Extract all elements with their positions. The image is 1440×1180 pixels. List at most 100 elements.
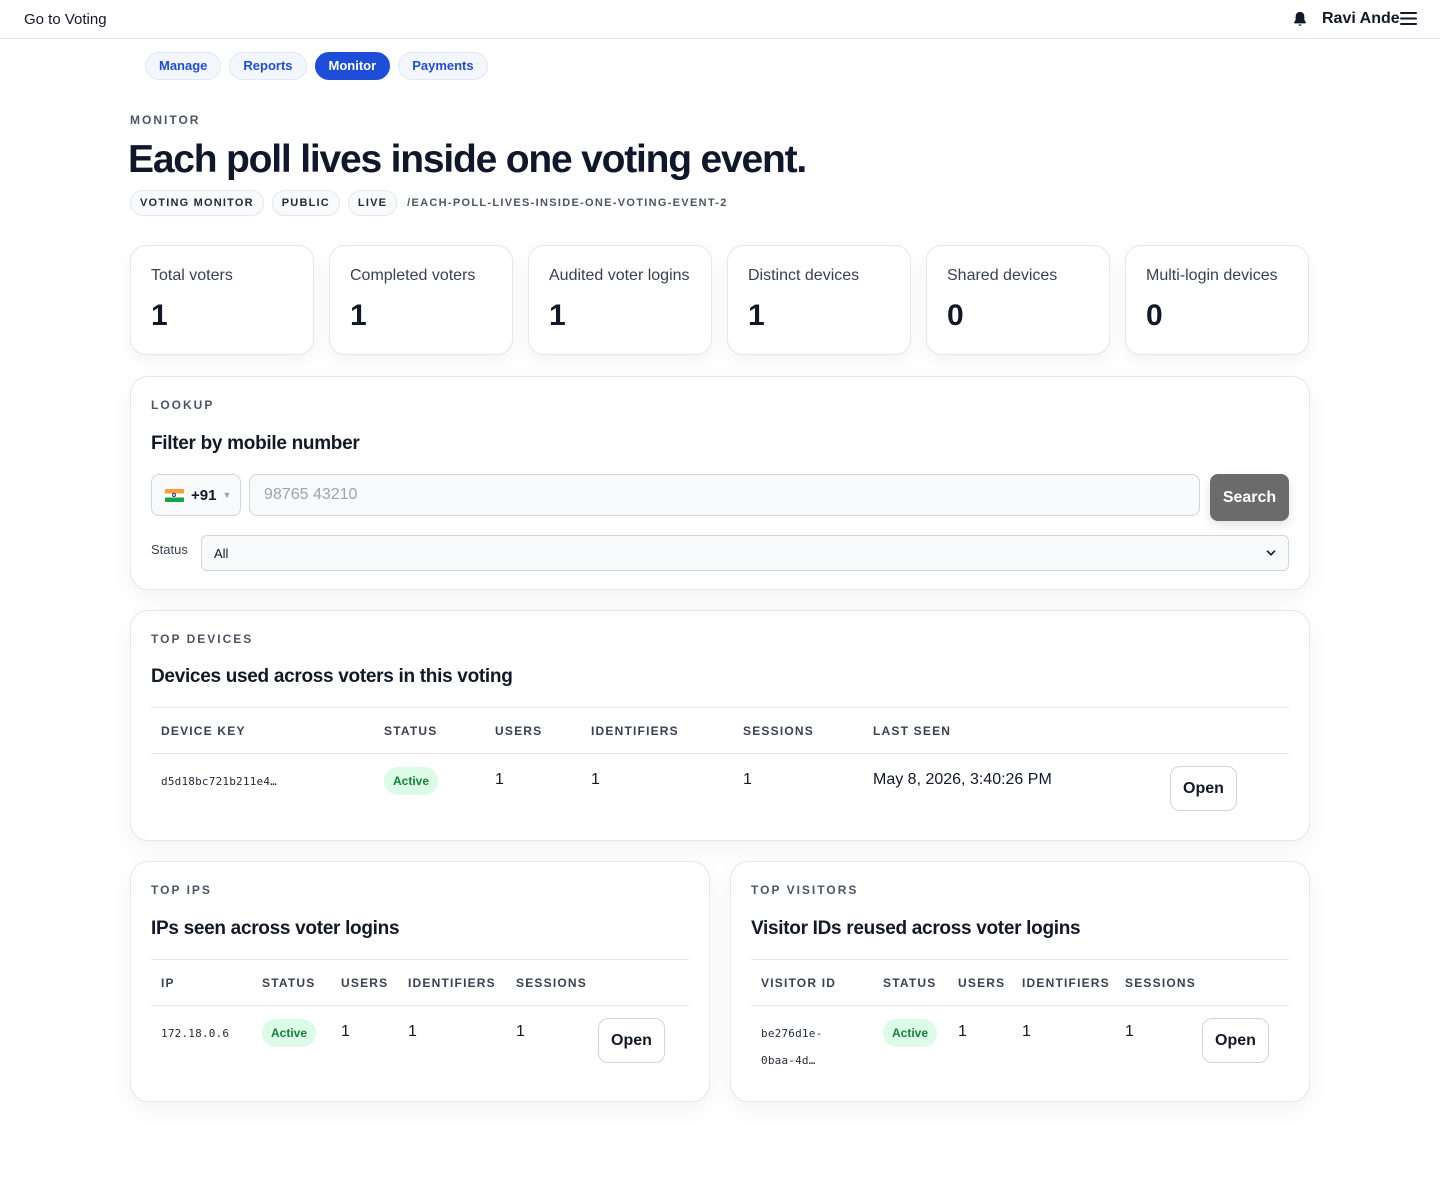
column-header-sessions: SESSIONS — [506, 959, 598, 1006]
device-key: d5d18bc721b211e4… — [161, 775, 277, 788]
open-ip-button[interactable]: Open — [598, 1018, 665, 1063]
bell-icon[interactable] — [1291, 10, 1309, 28]
stat-value: 1 — [549, 299, 566, 332]
country-code-select[interactable]: +91 ▼ — [151, 474, 241, 516]
stat-card-total-voters: Total voters 1 — [130, 245, 314, 355]
tab-monitor[interactable]: Monitor — [314, 52, 391, 80]
hamburger-menu-icon[interactable] — [1400, 11, 1417, 26]
column-header-actions — [1202, 959, 1289, 1006]
status-label: Status — [151, 542, 188, 557]
identifiers-count: 1 — [408, 1023, 417, 1040]
table-row: d5d18bc721b211e4… Active 1 1 1 May 8, 20… — [151, 754, 1289, 811]
chevron-down-icon — [1266, 550, 1276, 556]
lookup-title: Filter by mobile number — [151, 433, 360, 454]
ips-table: IP STATUS USERS IDENTIFIERS SESSIONS 172… — [151, 959, 689, 1063]
sessions-count: 1 — [1125, 1023, 1134, 1040]
table-header-row: DEVICE KEY STATUS USERS IDENTIFIERS SESS… — [151, 707, 1289, 754]
last-seen: May 8, 2026, 3:40:26 PM — [873, 771, 1052, 788]
tab-manage[interactable]: Manage — [145, 52, 222, 80]
visitors-title: Visitor IDs reused across voter logins — [751, 918, 1081, 939]
top-devices-card: TOP DEVICES Devices used across voters i… — [130, 610, 1310, 841]
users-count: 1 — [495, 771, 504, 788]
column-header-ip: IP — [151, 959, 252, 1006]
column-header-sessions: SESSIONS — [733, 707, 863, 754]
page-title: Each poll lives inside one voting event. — [128, 138, 807, 181]
tag-list: VOTING MONITOR PUBLIC LIVE /EACH-POLL-LI… — [130, 190, 728, 216]
go-to-voting-link[interactable]: Go to Voting — [24, 11, 107, 28]
ips-eyebrow: TOP IPS — [151, 883, 212, 897]
column-header-actions — [1160, 707, 1289, 754]
column-header-users: USERS — [948, 959, 1012, 1006]
column-header-identifiers: IDENTIFIERS — [581, 707, 733, 754]
status-select[interactable]: All — [201, 535, 1289, 571]
devices-eyebrow: TOP DEVICES — [151, 632, 254, 646]
column-header-users: USERS — [485, 707, 581, 754]
column-header-visitor-id: VISITOR ID — [751, 959, 873, 1006]
india-flag-icon — [165, 488, 184, 502]
top-bar: Go to Voting Ravi Ande — [0, 0, 1440, 39]
stat-card-shared-devices: Shared devices 0 — [926, 245, 1110, 355]
stat-label: Multi-login devices — [1146, 267, 1278, 284]
stat-value: 1 — [350, 299, 367, 332]
stat-label: Distinct devices — [748, 267, 860, 284]
ips-title: IPs seen across voter logins — [151, 918, 400, 939]
devices-title: Devices used across voters in this votin… — [151, 666, 513, 687]
stat-value: 0 — [1146, 299, 1163, 332]
stat-card-audited-voter-logins: Audited voter logins 1 — [528, 245, 712, 355]
table-row: 172.18.0.6 Active 1 1 1 Open — [151, 1006, 689, 1063]
column-header-device-key: DEVICE KEY — [151, 707, 374, 754]
user-name[interactable]: Ravi Ande — [1322, 10, 1400, 28]
search-button[interactable]: Search — [1210, 474, 1289, 521]
column-header-sessions: SESSIONS — [1115, 959, 1202, 1006]
identifiers-count: 1 — [1022, 1023, 1031, 1040]
top-visitors-card: TOP VISITORS Visitor IDs reused across v… — [730, 861, 1310, 1102]
lookup-card: LOOKUP Filter by mobile number +91 ▼ Sea… — [130, 376, 1310, 590]
devices-table: DEVICE KEY STATUS USERS IDENTIFIERS SESS… — [151, 707, 1289, 811]
stat-card-multi-login-devices: Multi-login devices 0 — [1125, 245, 1309, 355]
column-header-status: STATUS — [873, 959, 948, 1006]
status-select-value: All — [214, 545, 229, 561]
stat-value: 1 — [151, 299, 168, 332]
top-ips-card: TOP IPS IPs seen across voter logins IP … — [130, 861, 710, 1102]
section-tabs: Manage Reports Monitor Payments — [145, 52, 488, 80]
tab-reports[interactable]: Reports — [229, 52, 307, 80]
tag-public: PUBLIC — [271, 190, 340, 216]
status-badge: Active — [384, 767, 439, 795]
visitors-eyebrow: TOP VISITORS — [751, 883, 859, 897]
table-row: be276d1e- 0baa-4d… Active 1 1 1 Open — [751, 1006, 1289, 1075]
stat-cards: Total voters 1 Completed voters 1 Audite… — [130, 245, 1309, 355]
users-count: 1 — [958, 1023, 967, 1040]
column-header-last-seen: LAST SEEN — [863, 707, 1160, 754]
table-header-row: IP STATUS USERS IDENTIFIERS SESSIONS — [151, 959, 689, 1006]
country-dial-code: +91 — [191, 486, 217, 504]
table-header-row: VISITOR ID STATUS USERS IDENTIFIERS SESS… — [751, 959, 1289, 1006]
lookup-eyebrow: LOOKUP — [151, 398, 215, 412]
status-badge: Active — [883, 1019, 938, 1047]
stat-label: Total voters — [151, 267, 233, 284]
column-header-identifiers: IDENTIFIERS — [1012, 959, 1115, 1006]
column-header-identifiers: IDENTIFIERS — [398, 959, 506, 1006]
page-eyebrow: MONITOR — [130, 113, 201, 127]
stat-label: Audited voter logins — [549, 267, 690, 284]
stat-card-distinct-devices: Distinct devices 1 — [727, 245, 911, 355]
voting-slug: /EACH-POLL-LIVES-INSIDE-ONE-VOTING-EVENT… — [407, 197, 728, 209]
visitors-table: VISITOR ID STATUS USERS IDENTIFIERS SESS… — [751, 959, 1289, 1074]
tab-payments[interactable]: Payments — [398, 52, 488, 80]
users-count: 1 — [341, 1023, 350, 1040]
visitor-id-continued: 0baa-4d… — [761, 1054, 816, 1067]
mobile-number-input[interactable] — [249, 474, 1200, 516]
sessions-count: 1 — [743, 771, 752, 788]
ip-address: 172.18.0.6 — [161, 1027, 230, 1040]
chevron-down-icon: ▼ — [222, 490, 232, 500]
column-header-users: USERS — [331, 959, 398, 1006]
column-header-status: STATUS — [374, 707, 485, 754]
column-header-actions — [598, 959, 689, 1006]
stat-value: 1 — [748, 299, 765, 332]
stat-card-completed-voters: Completed voters 1 — [329, 245, 513, 355]
open-device-button[interactable]: Open — [1170, 766, 1237, 811]
stat-value: 0 — [947, 299, 964, 332]
stat-label: Completed voters — [350, 267, 476, 284]
sessions-count: 1 — [516, 1023, 525, 1040]
open-visitor-button[interactable]: Open — [1202, 1018, 1269, 1063]
status-badge: Active — [262, 1019, 317, 1047]
